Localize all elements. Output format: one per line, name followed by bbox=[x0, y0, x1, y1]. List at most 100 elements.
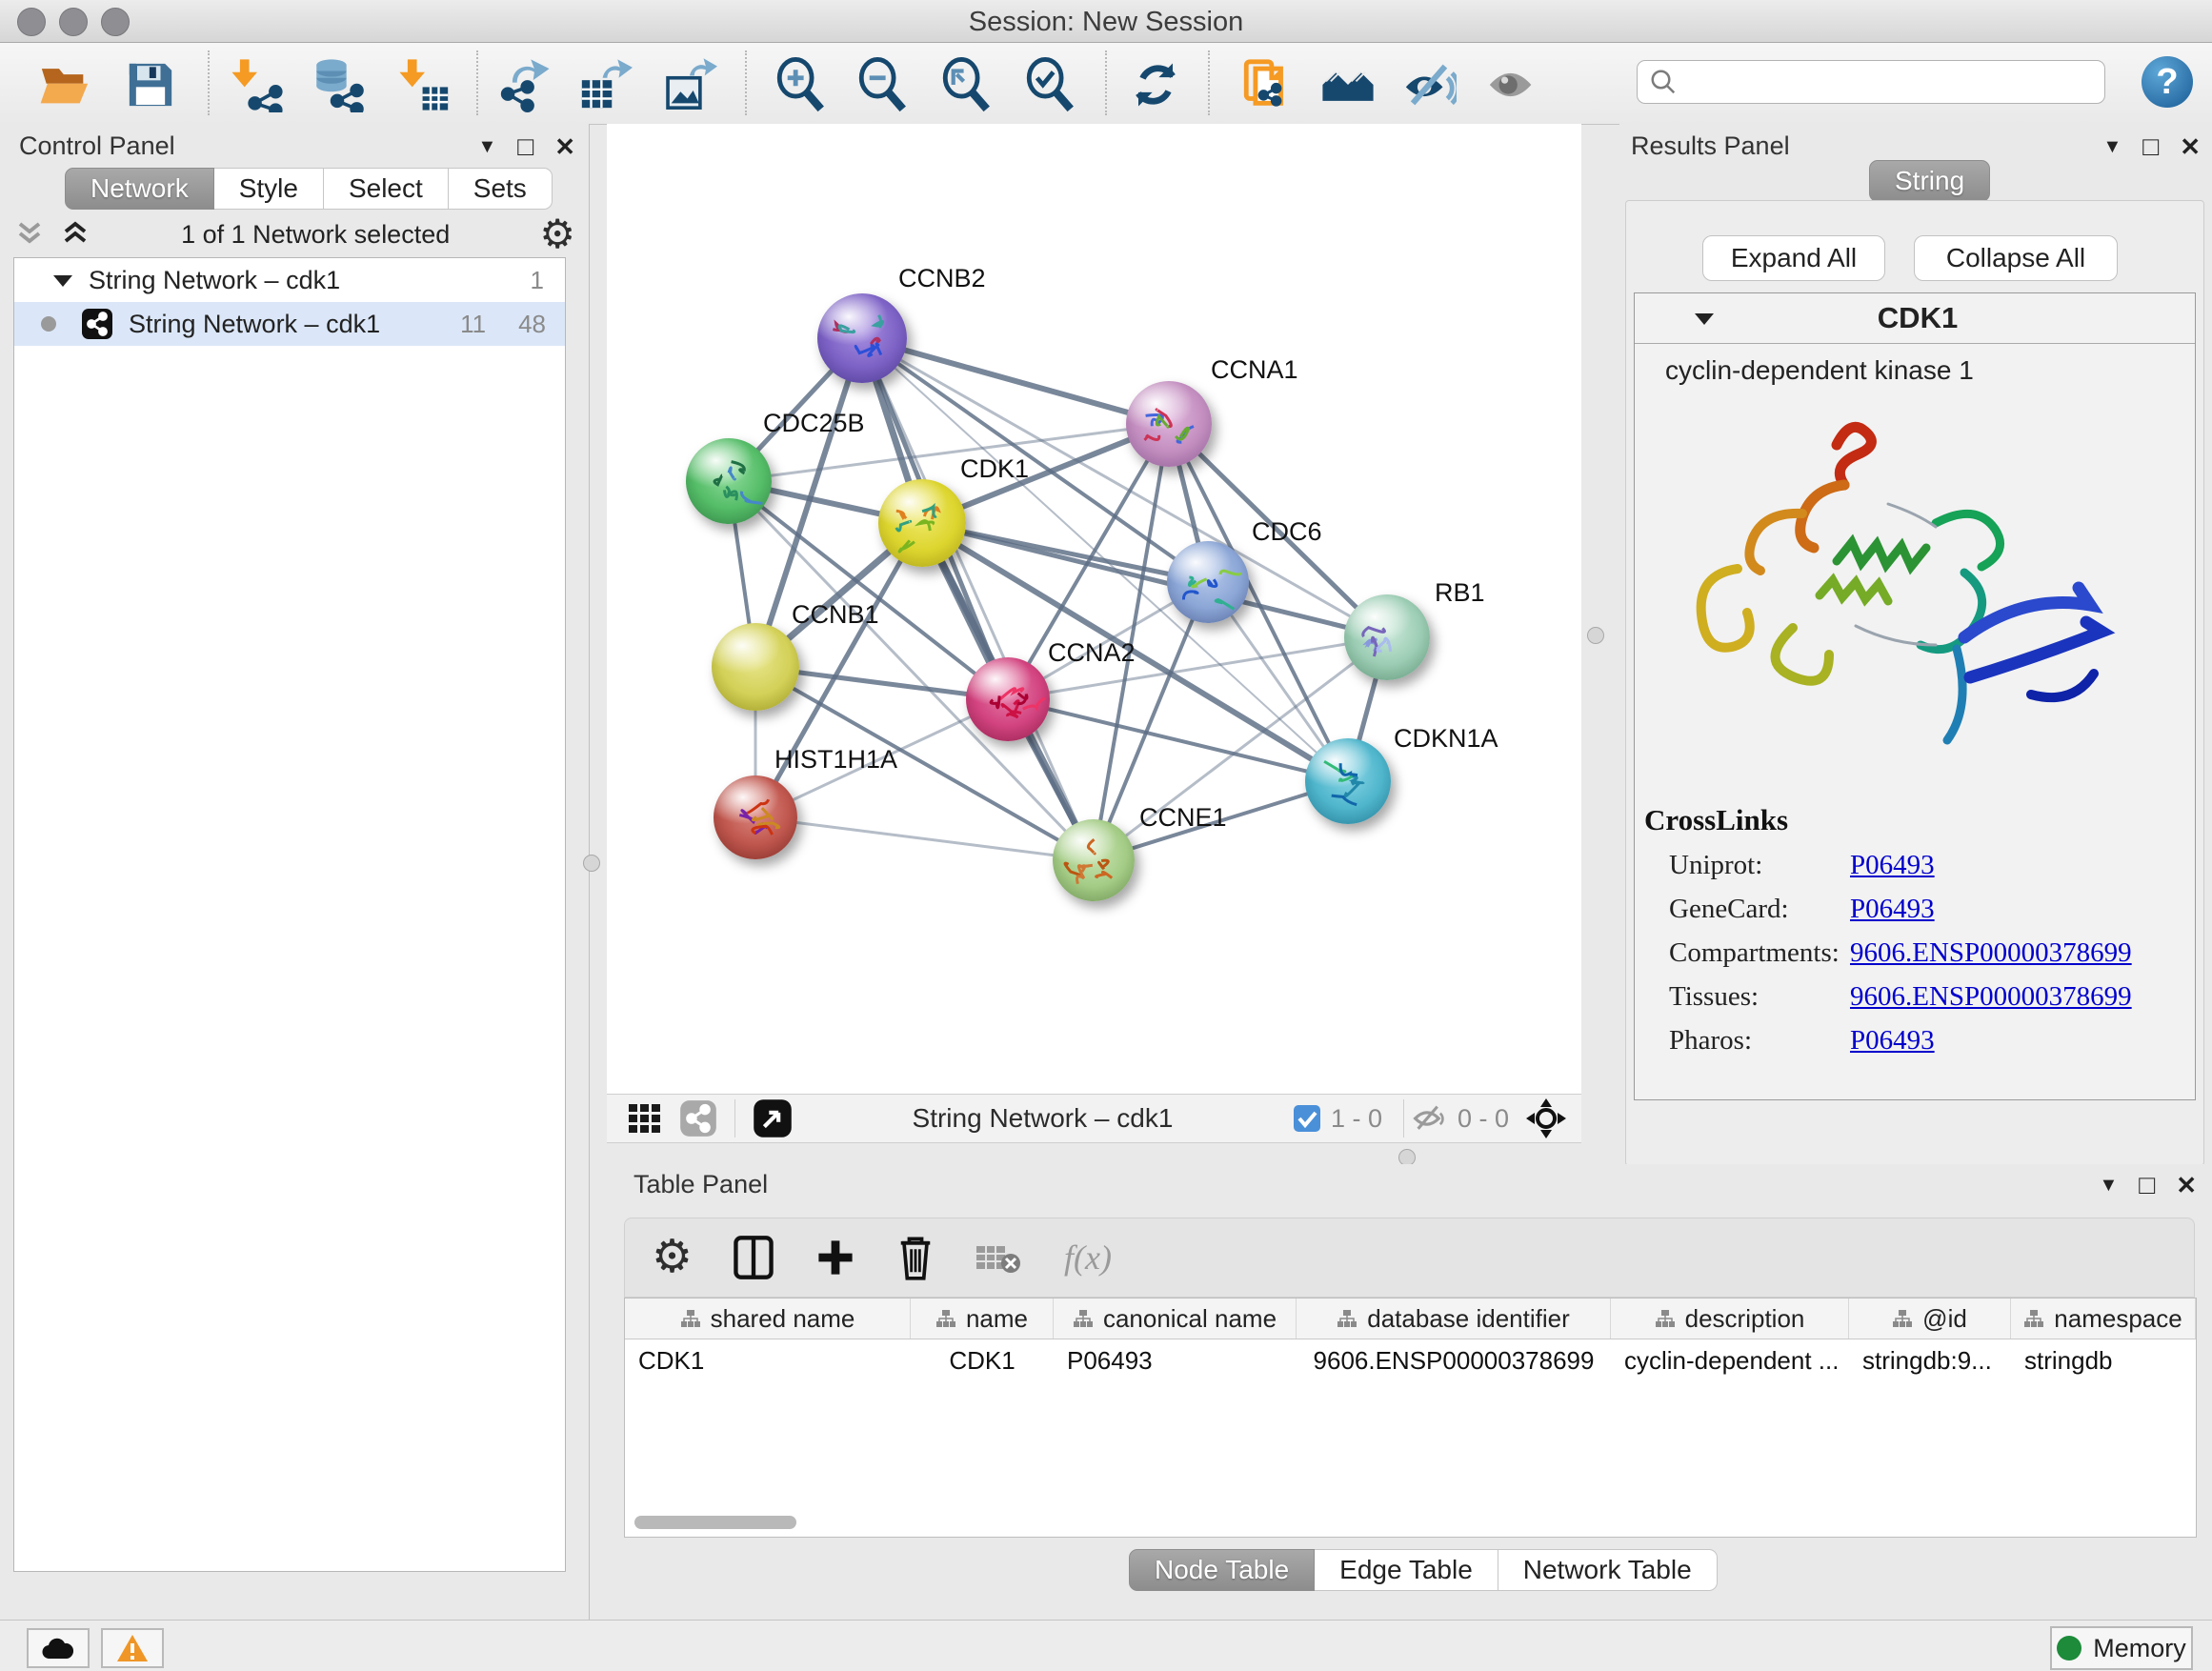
edge-CCNA2-CDKN1A[interactable] bbox=[1008, 699, 1348, 781]
column-header-name[interactable]: name bbox=[911, 1299, 1054, 1339]
node-structure-image bbox=[878, 479, 966, 567]
node-CDC6[interactable] bbox=[1167, 541, 1249, 623]
tab-network-table[interactable]: Network Table bbox=[1498, 1549, 1718, 1591]
tab-select[interactable]: Select bbox=[324, 168, 449, 210]
export-table-icon[interactable] bbox=[574, 54, 635, 115]
crosslink-link[interactable]: P06493 bbox=[1850, 894, 1935, 925]
node-CDC25B[interactable] bbox=[686, 438, 772, 524]
edge-HIST1H1A-CCNE1[interactable] bbox=[755, 817, 1094, 860]
control-panel: Control Panel ▼ □ ✕ NetworkStyleSelectSe… bbox=[0, 124, 590, 1620]
grid-view-icon[interactable] bbox=[626, 1099, 664, 1137]
search-input[interactable] bbox=[1678, 67, 2062, 98]
column-header-database-identifier[interactable]: database identifier bbox=[1297, 1299, 1611, 1339]
crosslink-link[interactable]: 9606.ENSP00000378699 bbox=[1850, 981, 2132, 1013]
memory-button[interactable]: Memory bbox=[2050, 1626, 2193, 1670]
node-CCNB1[interactable] bbox=[712, 623, 799, 711]
horizontal-scrollbar[interactable] bbox=[634, 1516, 796, 1529]
results-panel-title: Results Panel bbox=[1631, 131, 1790, 161]
hidden-counts: 0 - 0 bbox=[1458, 1104, 1509, 1134]
first-neighbors-icon[interactable] bbox=[1317, 54, 1378, 115]
table-cell: CDK1 bbox=[911, 1346, 1054, 1376]
open-session-icon[interactable] bbox=[34, 54, 95, 115]
zoom-fit-icon[interactable] bbox=[935, 54, 996, 115]
column-header-description[interactable]: description bbox=[1611, 1299, 1849, 1339]
cloud-button[interactable] bbox=[27, 1628, 90, 1668]
import-network-file-icon[interactable] bbox=[227, 54, 288, 115]
crosslink-link[interactable]: P06493 bbox=[1850, 850, 1935, 881]
close-panel-icon[interactable]: ✕ bbox=[554, 132, 575, 162]
network-canvas[interactable]: CCNB2CCNA1CDC25BCDK1CDC6RB1CCNB1CCNA2CDK… bbox=[607, 124, 1581, 1094]
node-CCNA1[interactable] bbox=[1126, 381, 1212, 467]
import-network-database-icon[interactable] bbox=[307, 54, 368, 115]
maximize-table-panel-icon[interactable]: □ bbox=[2139, 1170, 2155, 1200]
maximize-results-icon[interactable]: □ bbox=[2142, 131, 2159, 162]
node-structure-image bbox=[1126, 381, 1212, 467]
close-results-icon[interactable]: ✕ bbox=[2180, 132, 2201, 162]
vertical-splitter-handle[interactable] bbox=[583, 855, 600, 872]
node-CDK1[interactable] bbox=[878, 479, 966, 567]
network-view-icon[interactable] bbox=[679, 1099, 717, 1137]
fit-selected-crosshair-icon[interactable] bbox=[1524, 1097, 1568, 1140]
tab-string[interactable]: String bbox=[1869, 160, 1990, 202]
table-cell: cyclin-dependent ... bbox=[1611, 1346, 1849, 1376]
table-panel: Table Panel ▼ □ ✕ ⚙ f(x) shared namename… bbox=[607, 1164, 2212, 1620]
collection-expander-icon[interactable] bbox=[50, 271, 75, 290]
node-CDKN1A[interactable] bbox=[1305, 738, 1391, 824]
expand-all-button[interactable]: Expand All bbox=[1702, 235, 1885, 281]
export-network-icon[interactable] bbox=[493, 54, 554, 115]
collection-row[interactable]: String Network – cdk1 1 bbox=[14, 258, 565, 302]
float-table-panel-icon[interactable]: ▼ bbox=[2099, 1175, 2118, 1197]
close-table-panel-icon[interactable]: ✕ bbox=[2176, 1171, 2197, 1200]
show-columns-icon[interactable] bbox=[733, 1235, 774, 1280]
node-CCNE1[interactable] bbox=[1053, 819, 1135, 901]
hide-selected-icon[interactable] bbox=[1398, 54, 1459, 115]
expand-all-rows-icon[interactable] bbox=[13, 220, 46, 249]
network-options-gear-icon[interactable]: ⚙ bbox=[539, 214, 575, 254]
node-CCNB2[interactable] bbox=[817, 293, 907, 383]
delete-column-icon[interactable] bbox=[896, 1235, 935, 1280]
zoom-selected-icon[interactable] bbox=[1019, 54, 1080, 115]
warnings-button[interactable] bbox=[101, 1628, 164, 1668]
column-header-@id[interactable]: @id bbox=[1849, 1299, 2011, 1339]
tab-network[interactable]: Network bbox=[65, 168, 214, 210]
results-splitter-handle[interactable] bbox=[1587, 627, 1604, 644]
help-icon[interactable]: ? bbox=[2142, 56, 2193, 108]
zoom-out-icon[interactable] bbox=[852, 54, 913, 115]
table-options-gear-icon[interactable]: ⚙ bbox=[652, 1235, 693, 1280]
tab-sets[interactable]: Sets bbox=[449, 168, 553, 210]
float-results-icon[interactable]: ▼ bbox=[2102, 136, 2122, 158]
node-CCNA2[interactable] bbox=[966, 657, 1050, 741]
detach-view-icon[interactable] bbox=[753, 1098, 793, 1138]
collapse-all-rows-icon[interactable] bbox=[59, 220, 91, 249]
table-row[interactable]: CDK1CDK1P064939606.ENSP00000378699cyclin… bbox=[625, 1339, 2196, 1381]
crosslink-row: GeneCard:P06493 bbox=[1635, 887, 2195, 931]
import-table-file-icon[interactable] bbox=[394, 54, 455, 115]
selected-checkbox-icon[interactable] bbox=[1293, 1104, 1321, 1133]
show-all-icon[interactable] bbox=[1482, 54, 1543, 115]
export-image-icon[interactable] bbox=[659, 54, 720, 115]
network-type-icon bbox=[81, 308, 113, 340]
crosslink-link[interactable]: P06493 bbox=[1850, 1025, 1935, 1057]
hidden-eye-icon bbox=[1412, 1102, 1448, 1135]
refresh-view-icon[interactable] bbox=[1125, 54, 1186, 115]
save-session-icon[interactable] bbox=[120, 54, 181, 115]
node-HIST1H1A[interactable] bbox=[714, 775, 797, 859]
crosslink-link[interactable]: 9606.ENSP00000378699 bbox=[1850, 937, 2132, 969]
tab-edge-table[interactable]: Edge Table bbox=[1315, 1549, 1498, 1591]
tab-style[interactable]: Style bbox=[214, 168, 324, 210]
network-row[interactable]: String Network – cdk1 11 48 bbox=[14, 302, 565, 346]
collapse-all-button[interactable]: Collapse All bbox=[1914, 235, 2118, 281]
tab-node-table[interactable]: Node Table bbox=[1129, 1549, 1315, 1591]
zoom-in-icon[interactable] bbox=[770, 54, 831, 115]
edge-CCNB2-CCNE1[interactable] bbox=[862, 338, 1094, 860]
add-column-icon[interactable] bbox=[814, 1237, 856, 1278]
search-box[interactable] bbox=[1637, 60, 2105, 104]
node-RB1[interactable] bbox=[1344, 594, 1430, 680]
column-header-namespace[interactable]: namespace bbox=[2011, 1299, 2196, 1339]
maximize-panel-icon[interactable]: □ bbox=[517, 131, 533, 162]
column-header-shared-name[interactable]: shared name bbox=[625, 1299, 911, 1339]
float-panel-icon[interactable]: ▼ bbox=[477, 136, 496, 158]
gene-expander-icon[interactable] bbox=[1692, 309, 1717, 328]
duplicate-network-icon[interactable] bbox=[1237, 54, 1297, 115]
column-header-canonical-name[interactable]: canonical name bbox=[1054, 1299, 1297, 1339]
